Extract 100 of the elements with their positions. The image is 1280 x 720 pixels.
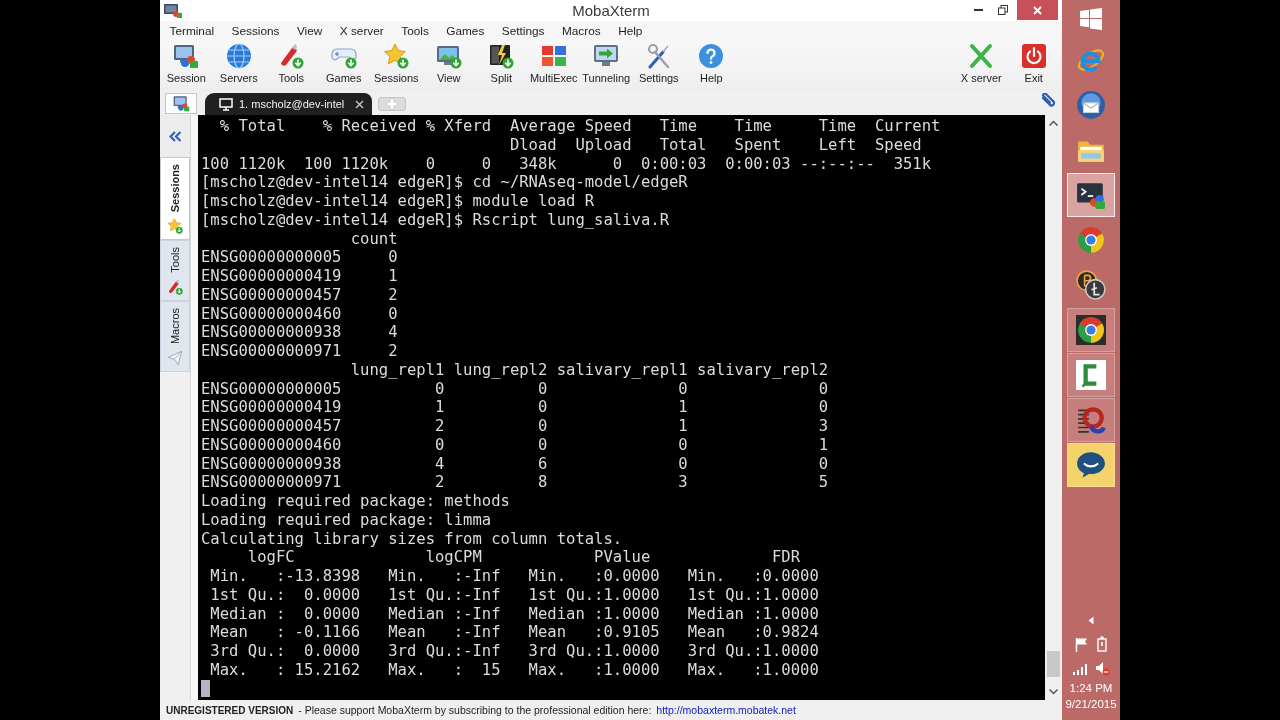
terminal-line: ENSG00000000419 1 <box>201 267 399 286</box>
menu-item[interactable]: X server <box>331 21 393 41</box>
view-button[interactable]: View <box>422 41 475 84</box>
coins-icon <box>1076 270 1106 300</box>
computer-screen-icon <box>172 95 190 112</box>
terminal-line: 1st Qu.: 0.0000 1st Qu.:-Inf 1st Qu.:1.0000 1st Qu.:1.0000 <box>209 585 820 605</box>
signal-bars-icon[interactable] <box>1072 661 1087 675</box>
help-icon <box>698 43 725 69</box>
menu-item[interactable]: Terminal <box>161 21 224 41</box>
speaker-muted-icon[interactable] <box>1095 660 1110 676</box>
power-icon <box>1020 43 1047 69</box>
terminal-line: % Total % Received % Xferd Average Speed Time Time Time Current <box>218 117 942 136</box>
terminal-line: lung_repl1 lung_repl2 salivary_repl1 salivary_repl2 <box>349 360 830 380</box>
servers-button[interactable]: Servers <box>212 41 265 84</box>
terminal-tab[interactable]: 1. mscholz@dev-intel <box>205 93 372 115</box>
clock-time[interactable]: 1:24 PM <box>1069 680 1113 696</box>
terminal-icon <box>1076 180 1106 210</box>
menu-item[interactable]: Macros <box>553 21 610 41</box>
knife-icon <box>167 279 183 295</box>
terminal-line: Loading required package: methods <box>201 492 511 511</box>
clock-date[interactable]: 9/21/2015 <box>1065 696 1117 712</box>
taskbar-button[interactable] <box>1067 443 1115 487</box>
monitor-icon <box>435 43 462 69</box>
flag-icon[interactable] <box>1075 636 1089 652</box>
plus-icon <box>387 99 397 109</box>
star-icon <box>383 43 410 69</box>
status-message: - Please support MobaXterm by subscribing to the professional edition here: <box>298 704 652 716</box>
computer-screen-icon <box>173 43 200 69</box>
menu-item[interactable]: Help <box>609 21 652 41</box>
terminal-line: Calculating library sizes from column totals. <box>201 529 624 549</box>
terminal-line: Mean : -0.1166 Mean :-Inf Mean :0.9105 Mean :0.9824 <box>209 623 820 642</box>
terminal-line: ENSG00000000460 0 <box>201 304 399 324</box>
menu-item[interactable]: Settings <box>493 21 554 41</box>
paper-plane-icon <box>167 350 183 367</box>
terminal-line: [mscholz@dev-intel14 edgeR]$ module load R <box>201 192 596 211</box>
terminal-line: ENSG00000000938 4 6 0 0 <box>201 454 830 474</box>
settings-button[interactable]: Settings <box>632 41 685 84</box>
xserver-button[interactable]: X server <box>955 41 1008 84</box>
side-tab[interactable]: Macros <box>160 301 190 373</box>
window-panes-icon <box>1080 8 1102 30</box>
terminal-line: Min. :-13.8398 Min. :-Inf Min. :0.0000 Min. :0.0000 <box>209 567 820 586</box>
games-button[interactable]: Games <box>317 41 370 84</box>
taskbar-button[interactable] <box>1067 308 1115 352</box>
terminal-line: ENSG00000000971 2 8 3 5 <box>201 473 830 492</box>
close-button[interactable] <box>1017 0 1058 20</box>
tray-expand-icon[interactable] <box>1088 615 1094 625</box>
monitor-arrow-icon <box>593 43 620 69</box>
collapse-button[interactable] <box>160 115 190 157</box>
close-icon <box>1033 5 1042 15</box>
exit-button[interactable]: Exit <box>1007 41 1060 84</box>
terminal-line: 100 1120k 100 1120k 0 0 348k 0 0:00:03 0:00:03 --:--:-- 351k <box>201 154 933 174</box>
status-notice: UNREGISTERED VERSION <box>166 704 294 716</box>
battery-plug-icon[interactable] <box>1097 636 1107 652</box>
monitor-icon <box>219 97 233 111</box>
side-tab[interactable]: Tools <box>160 240 190 301</box>
terminal-line: [mscholz@dev-intel14 edgeR]$ cd ~/RNAseq-model/edgeR <box>201 173 689 192</box>
color-squares-icon <box>540 43 567 69</box>
menu-item[interactable]: View <box>288 21 332 41</box>
star-icon <box>167 218 183 235</box>
double-chevron-icon <box>168 130 182 142</box>
paperclip-icon[interactable] <box>1040 93 1056 109</box>
terminal-line: Dload Upload Total Spent Left Speed <box>508 135 923 155</box>
terminal-line: 3rd Qu.: 0.0000 3rd Qu.:-Inf 3rd Qu.:1.0000 3rd Qu.:1.0000 <box>209 642 820 661</box>
split-button[interactable]: Split <box>475 41 528 84</box>
scrollbar-thumb[interactable] <box>1047 651 1060 677</box>
help-button[interactable]: Help <box>685 41 738 84</box>
terminal-line: ENSG00000000971 2 <box>201 342 399 361</box>
restore-icon <box>998 5 1008 15</box>
side-tab[interactable]: Sessions <box>160 157 190 241</box>
terminal-line: ENSG00000000460 0 0 0 1 <box>201 435 830 455</box>
wrench-screwdriver-icon <box>645 43 672 69</box>
terminal-line: logFC logCPM PValue FDR <box>246 548 802 567</box>
terminal-line: ENSG00000000005 0 0 0 0 <box>201 379 830 399</box>
terminal-line: [mscholz@dev-intel14 edgeR]$ Rscript lung_saliva.R <box>201 210 670 230</box>
terminal-line: Median : 0.0000 Median :-Inf Median :1.0000 Median :1.0000 <box>209 604 820 624</box>
taskbar-button[interactable] <box>1067 173 1115 217</box>
bracket-tile-icon <box>1076 360 1106 390</box>
tunneling-button[interactable]: Tunneling <box>580 41 633 84</box>
sessions-button[interactable]: Sessions <box>370 41 423 84</box>
close-icon[interactable] <box>355 99 364 109</box>
session-button[interactable]: Session <box>160 41 213 84</box>
multiexec-button[interactable]: MultiExec <box>527 41 580 84</box>
home-tab[interactable] <box>165 93 197 114</box>
terminal-line: ENSG00000000457 2 0 1 3 <box>201 417 830 436</box>
terminal-line: Max. : 15.2162 Max. : 15 Max. :1.0000 Max. :1.0000 <box>209 660 820 680</box>
menu-item[interactable]: Sessions <box>223 21 289 41</box>
website-link[interactable]: http://mobaxterm.mobatek.net <box>656 704 796 716</box>
terminal[interactable] <box>198 115 1045 700</box>
segmented-circle-icon <box>1076 225 1106 255</box>
terminal-line: ENSG00000000005 0 <box>201 248 399 267</box>
terminal-line: ENSG00000000457 2 <box>201 285 399 305</box>
minimize-icon <box>973 9 983 11</box>
menu-item[interactable]: Games <box>437 21 494 41</box>
terminal-line: count <box>349 229 399 249</box>
taskbar-button[interactable] <box>1067 398 1115 442</box>
mail-icon <box>1076 90 1106 120</box>
menu-item[interactable]: Tools <box>392 21 438 41</box>
segmented-circle-icon <box>1076 315 1106 345</box>
tools-button[interactable]: Tools <box>265 41 318 84</box>
chat-bubble-icon <box>1076 450 1106 480</box>
